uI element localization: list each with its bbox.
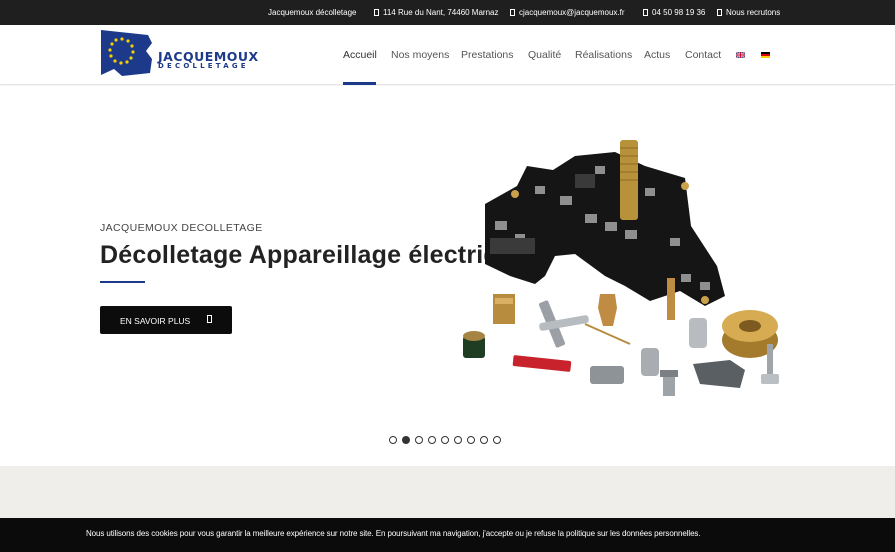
jobs-text: Nous recrutons [726,8,781,17]
slider-dot[interactable] [415,436,423,444]
nav-realisations[interactable]: Réalisations [575,49,632,61]
cookie-banner: Nous utilisons des cookies pour vous gar… [0,518,895,552]
email-link[interactable]: cjacquemoux@jacquemoux.fr [510,8,625,17]
main-navbar: JACQUEMOUX DECOLLETAGE Accueil Nos moyen… [0,25,895,85]
phone-icon [643,9,648,16]
briefcase-icon [717,9,722,16]
address-link[interactable]: 114 Rue du Nant, 74460 Marnaz [374,8,498,17]
slider-dot[interactable] [467,436,475,444]
nav-actus[interactable]: Actus [644,49,670,61]
slider-pagination [389,436,504,446]
learn-more-button[interactable]: EN SAVOIR PLUS [100,306,232,334]
next-section-band [0,466,895,518]
map-pin-icon [374,9,379,16]
email-text: cjacquemoux@jacquemoux.fr [519,8,625,17]
slider-dot[interactable] [480,436,488,444]
site-logo[interactable]: JACQUEMOUX DECOLLETAGE [100,29,280,77]
jobs-link[interactable]: Nous recrutons [717,8,780,17]
hero-slider: JACQUEMOUX DECOLLETAGE Décolletage Appar… [0,86,895,466]
nav-prestations[interactable]: Prestations [461,49,514,61]
address-text: 114 Rue du Nant, 74460 Marnaz [383,8,499,17]
product-parts-image [463,140,779,396]
phone-text: 04 50 98 19 36 [652,8,706,17]
slider-dot[interactable] [428,436,436,444]
slider-dot[interactable] [441,436,449,444]
german-flag-icon[interactable] [761,52,770,58]
nav-accueil[interactable]: Accueil [343,49,377,61]
cookie-notice-text[interactable]: Nous utilisons des cookies pour vous gar… [86,529,701,538]
envelope-icon [510,9,515,16]
nav-active-indicator [343,82,376,85]
learn-more-label: EN SAVOIR PLUS [120,316,191,326]
arrow-icon [207,315,212,323]
company-name: Jacquemoux décolletage [268,8,357,17]
hero-accent-line [100,281,145,283]
english-flag-icon[interactable] [736,52,745,58]
slider-dot[interactable] [389,436,397,444]
logo-subtitle: DECOLLETAGE [158,62,249,70]
phone-link[interactable]: 04 50 98 19 36 [643,8,705,17]
nav-qualite[interactable]: Qualité [528,49,561,61]
slider-dot-active[interactable] [402,436,410,444]
top-info-bar: Jacquemoux décolletage 114 Rue du Nant, … [0,0,895,25]
eu-flag-logo-icon [101,30,152,76]
nav-contact[interactable]: Contact [685,49,721,61]
slider-dot[interactable] [454,436,462,444]
slider-dot[interactable] [493,436,501,444]
hero-eyebrow: JACQUEMOUX DECOLLETAGE [100,222,263,234]
nav-nos-moyens[interactable]: Nos moyens [391,49,449,61]
